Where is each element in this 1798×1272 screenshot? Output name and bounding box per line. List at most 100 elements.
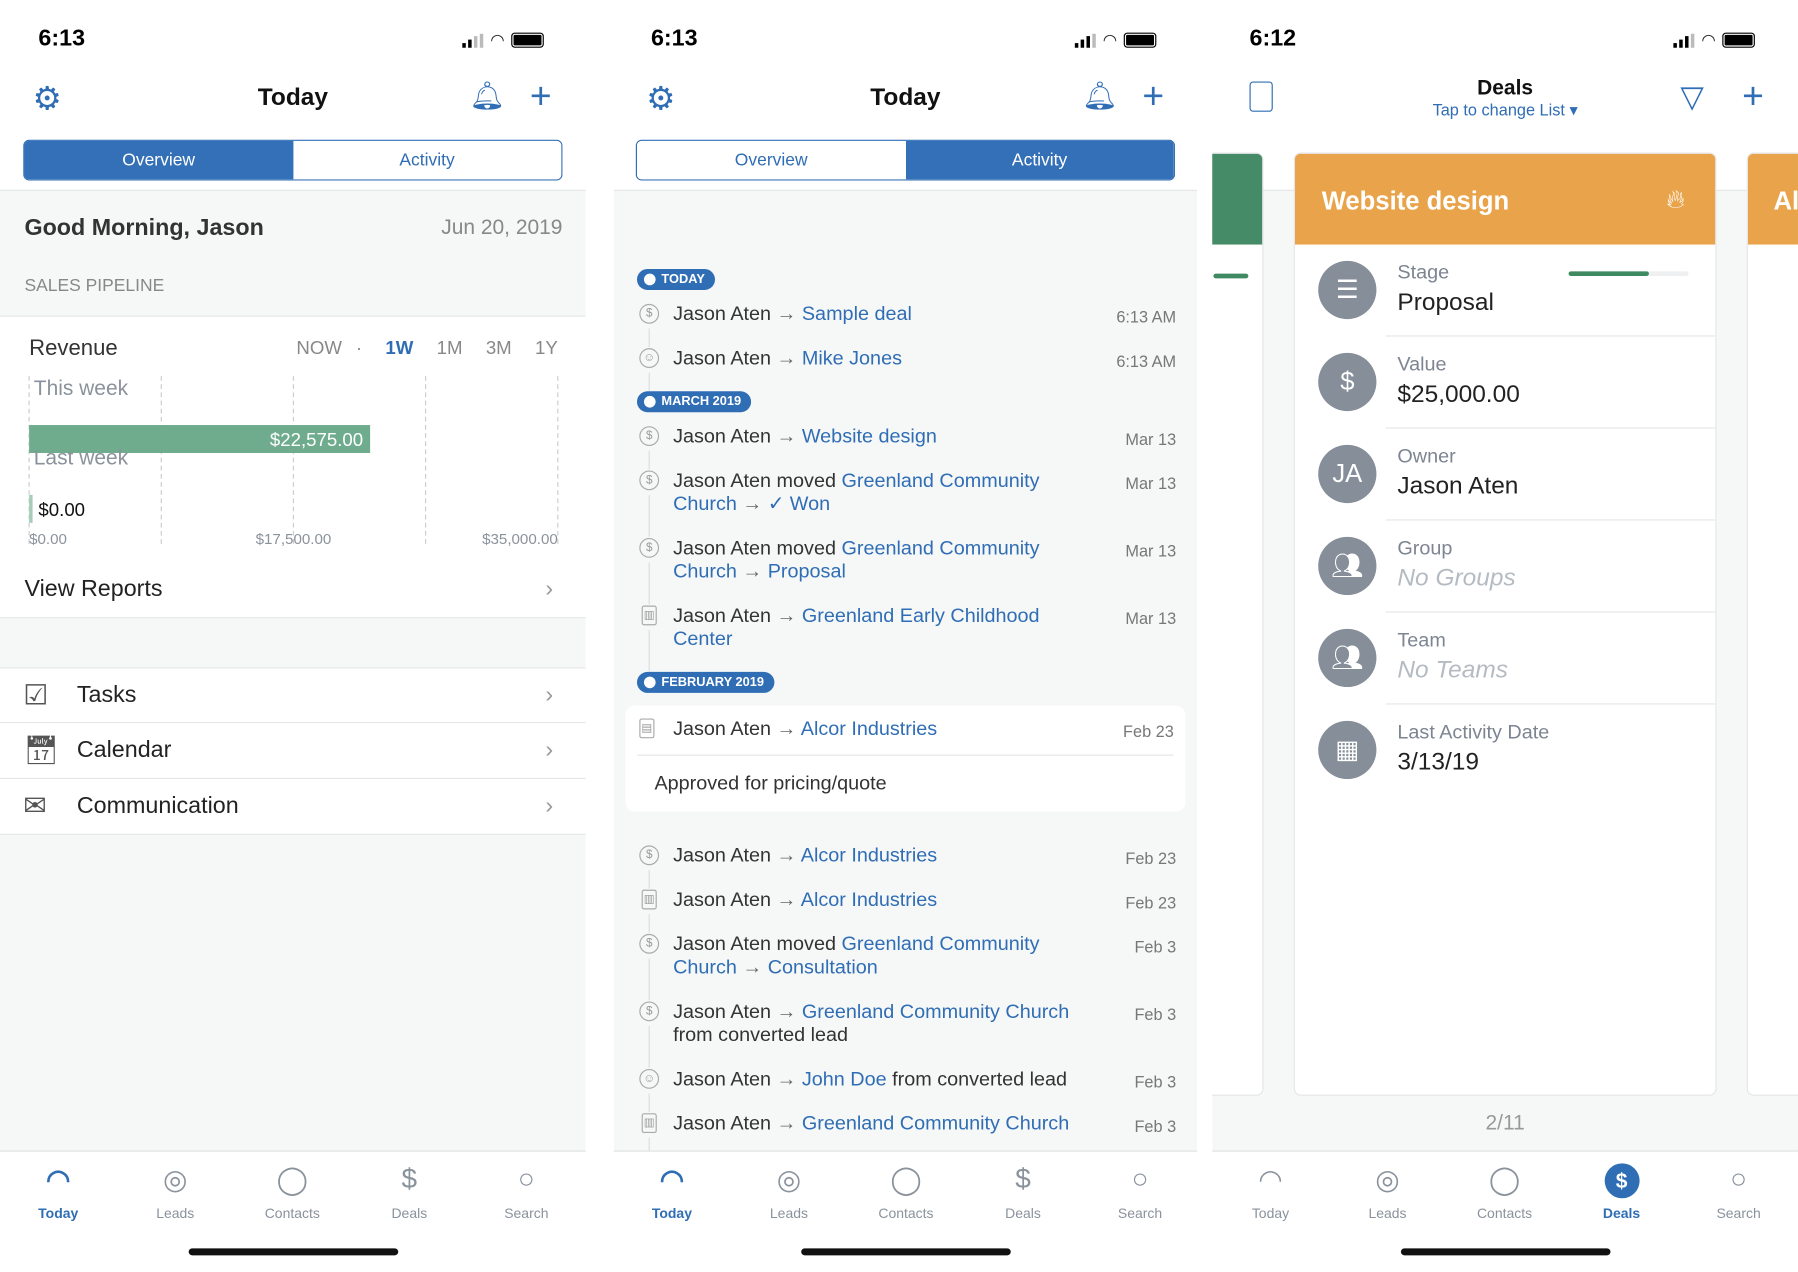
- field-label: Team: [1397, 628, 1446, 651]
- activity-item[interactable]: ▥ Jason Aten → Greenland Early Childhood …: [614, 604, 1197, 672]
- deal-field-owner[interactable]: JA Owner Jason Aten: [1295, 429, 1716, 521]
- tab-deals[interactable]: $ Deals: [357, 1163, 462, 1221]
- activity-link[interactable]: John Doe: [802, 1068, 887, 1090]
- tab-contacts[interactable]: ◯ Contacts: [1452, 1163, 1557, 1222]
- activity-item[interactable]: $ Jason Aten → Website design Mar 13: [614, 425, 1197, 470]
- x-tick-label: $35,000.00: [482, 531, 558, 548]
- tab-label: Today: [38, 1205, 79, 1222]
- activity-link[interactable]: Alcor Industries: [801, 889, 937, 911]
- tab-leads[interactable]: ◎ Leads: [123, 1163, 228, 1222]
- tab-label: Deals: [1005, 1205, 1041, 1222]
- range-3m[interactable]: 3M: [486, 339, 512, 360]
- activity-link[interactable]: Website design: [802, 425, 937, 447]
- org-icon: ▥: [641, 1113, 657, 1134]
- contacts-icon: ◯: [276, 1164, 308, 1196]
- dot-icon: [643, 395, 656, 408]
- menu-item-communication[interactable]: ✉ Communication ›: [0, 779, 586, 835]
- menu-item-tasks[interactable]: ☑ Tasks ›: [0, 667, 586, 724]
- arrow-icon: →: [736, 560, 768, 583]
- arrow-icon: →: [776, 1067, 802, 1090]
- tab-today[interactable]: ◠ Today: [620, 1163, 725, 1222]
- view-reports-row[interactable]: View Reports ›: [0, 562, 586, 619]
- filter-icon[interactable]: ▽: [1680, 79, 1703, 115]
- status-icons: ◠: [1673, 30, 1756, 50]
- prev-deal-card[interactable]: [1212, 152, 1264, 1096]
- add-button[interactable]: +: [1142, 75, 1164, 118]
- activity-text: Jason Aten → Mike Jones: [673, 347, 1176, 370]
- activity-time: Feb 23: [1125, 893, 1177, 912]
- activity-feed[interactable]: TODAY $ Jason Aten → Sample deal 6:13 AM ☺ Ja…: [613, 189, 1198, 1157]
- tab-deals[interactable]: $ Deals: [1569, 1163, 1674, 1222]
- change-list-button[interactable]: Tap to change List ▾: [1212, 100, 1798, 120]
- tab-today[interactable]: ◠ Today: [1218, 1163, 1323, 1222]
- activity-item[interactable]: $ Jason Aten → Alcor Industries Feb 23: [614, 844, 1197, 889]
- activity-link[interactable]: Alcor Industries: [801, 844, 937, 866]
- add-button[interactable]: +: [1742, 75, 1764, 118]
- activity-link[interactable]: Alcor Industries: [801, 717, 937, 739]
- activity-time: Feb 3: [1134, 1004, 1177, 1024]
- deal-icon: $: [639, 303, 660, 324]
- menu-item-label: Tasks: [76, 681, 137, 708]
- segment-activity[interactable]: Activity: [292, 140, 562, 180]
- activity-text-part: Jason Aten: [673, 347, 777, 370]
- tab-leads[interactable]: ◎ Leads: [737, 1163, 842, 1222]
- bell-icon[interactable]: 🔔︎: [469, 79, 504, 113]
- activity-link[interactable]: Sample deal: [802, 303, 912, 325]
- chevron-right-icon: ›: [545, 737, 554, 763]
- section-label: SALES PIPELINE: [24, 275, 165, 296]
- chevron-right-icon: ›: [545, 681, 554, 708]
- deal-card[interactable]: Website design 🔥︎ ☰ Stage Proposal $ Value $2…: [1293, 152, 1717, 1096]
- activity-item[interactable]: $ Jason Aten moved Greenland Community Ch…: [614, 537, 1197, 605]
- tab-search[interactable]: ○ Search: [1088, 1163, 1193, 1221]
- tab-search[interactable]: ○ Search: [1686, 1163, 1791, 1221]
- deal-field-value[interactable]: $ Value $25,000.00: [1295, 337, 1716, 429]
- activity-link[interactable]: Mike Jones: [802, 347, 902, 369]
- range-1y[interactable]: 1Y: [535, 339, 558, 360]
- deal-field-last-activity-date[interactable]: ▦ Last Activity Date 3/13/19: [1295, 705, 1715, 797]
- tab-contacts[interactable]: ◯ Contacts: [854, 1163, 959, 1222]
- activity-item[interactable]: ▥ Jason Aten → Alcor Industries Feb 23: [614, 889, 1197, 933]
- activity-item[interactable]: ☺ Jason Aten → Mike Jones 6:13 AM: [614, 347, 1197, 392]
- segment-activity[interactable]: Activity: [905, 140, 1174, 180]
- activity-item[interactable]: $ Jason Aten moved Greenland Community Ch…: [614, 933, 1197, 1001]
- activity-link[interactable]: Greenland Community Church: [802, 1112, 1069, 1134]
- range-now[interactable]: NOW: [296, 339, 342, 360]
- deal-field-stage[interactable]: ☰ Stage Proposal: [1295, 245, 1716, 337]
- bell-icon[interactable]: 🔔︎: [1082, 79, 1117, 113]
- activity-item[interactable]: $ Jason Aten → Sample deal 6:13 AM: [614, 303, 1197, 348]
- activity-link[interactable]: Proposal: [768, 560, 846, 582]
- dollar-icon: $: [1318, 352, 1377, 412]
- gauge-icon: ◠: [1258, 1164, 1283, 1196]
- org-icon: ▥: [641, 889, 657, 910]
- tab-search[interactable]: ○ Search: [474, 1163, 579, 1221]
- menu-item-calendar[interactable]: 📅︎ Calendar ›: [0, 723, 586, 780]
- activity-item[interactable]: ▤ Jason Aten → Alcor Industries Feb 23: [625, 717, 1185, 741]
- activity-time: Mar 13: [1125, 473, 1177, 493]
- timeline-line: [648, 629, 650, 672]
- activity-link[interactable]: Consultation: [768, 956, 878, 978]
- deal-field-group[interactable]: 👥︎ Group No Groups: [1295, 521, 1716, 613]
- field-label: Owner: [1397, 444, 1456, 467]
- segment-overview[interactable]: Overview: [636, 140, 906, 180]
- date-pill: FEBRUARY 2019: [636, 671, 775, 693]
- range-1m[interactable]: 1M: [437, 339, 463, 360]
- add-button[interactable]: +: [530, 75, 552, 118]
- tab-leads[interactable]: ◎ Leads: [1335, 1163, 1440, 1222]
- deal-field-team[interactable]: 👥︎ Team No Teams: [1295, 613, 1716, 705]
- tab-today[interactable]: ◠ Today: [6, 1163, 111, 1222]
- segment-overview[interactable]: Overview: [24, 140, 293, 180]
- activity-link[interactable]: Greenland Community Church: [802, 1000, 1069, 1022]
- menu-item-label: Calendar: [76, 737, 172, 763]
- tab-contacts[interactable]: ◯ Contacts: [240, 1163, 345, 1222]
- revenue-chart: This week $22,575.00 Last week $0.00 $0.00 $1…: [28, 374, 559, 548]
- range-1w[interactable]: 1W: [385, 339, 413, 360]
- note-card[interactable]: ▤ Jason Aten → Alcor Industries Feb 23 Appr…: [625, 705, 1186, 812]
- activity-item[interactable]: ☺ Jason Aten → John Doe from converted le…: [614, 1067, 1197, 1113]
- activity-item[interactable]: $ Jason Aten → Greenland Community Church…: [614, 1000, 1197, 1068]
- tab-deals[interactable]: $ Deals: [971, 1163, 1076, 1221]
- next-deal-card[interactable]: Al: [1746, 152, 1798, 1096]
- revenue-card: Revenue NOW · 1W 1M 3M 1Y This week $22,575.00…: [0, 315, 586, 563]
- activity-text-part: Jason Aten: [673, 1112, 777, 1135]
- activity-item[interactable]: $ Jason Aten moved Greenland Community Ch…: [614, 469, 1197, 537]
- activity-item[interactable]: ▥ Jason Aten → Greenland Community Church…: [614, 1112, 1197, 1157]
